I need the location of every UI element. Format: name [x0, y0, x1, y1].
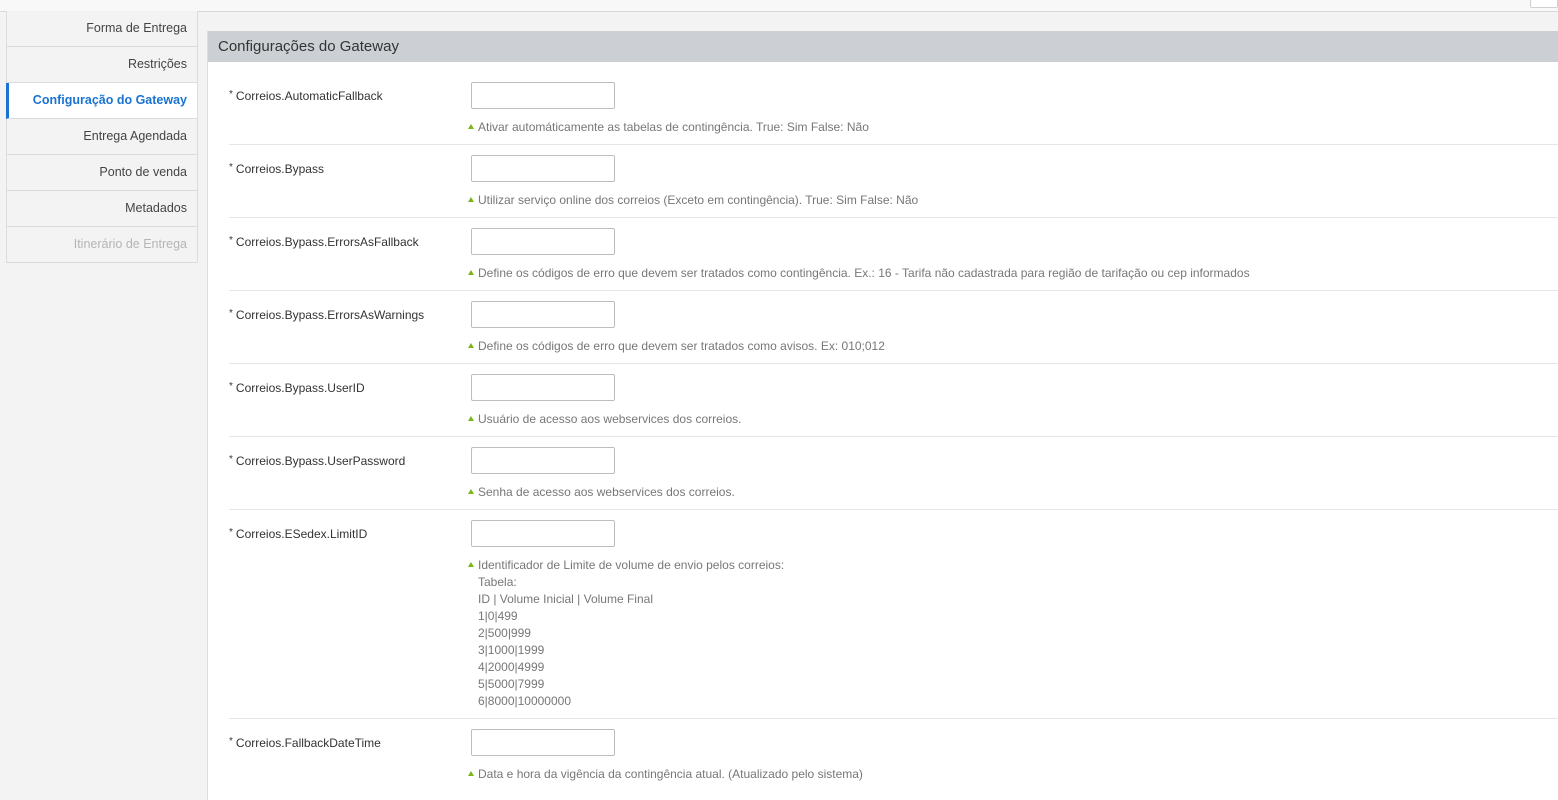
field-label: * Correios.ESedex.LimitID: [229, 527, 367, 541]
field-label-text: Correios.AutomaticFallback: [235, 89, 383, 103]
field-label: * Correios.Bypass.ErrorsAsFallback: [229, 235, 419, 249]
automatic-fallback-input[interactable]: [471, 82, 615, 109]
field-help-text: Utilizar serviço online dos correios (Ex…: [478, 193, 919, 207]
field-label-text: Correios.ESedex.LimitID: [235, 527, 368, 541]
field-help: Usuário de acesso aos webservices dos co…: [468, 411, 1558, 428]
field-row: * Correios.Bypass.ErrorsAsWarnings Define…: [229, 301, 1558, 364]
required-mark: *: [229, 736, 233, 747]
field-help-text: Define os códigos de erro que devem ser …: [478, 266, 1250, 280]
field-label: * Correios.FallbackDateTime: [229, 736, 381, 750]
errors-as-fallback-input[interactable]: [471, 228, 615, 255]
esedex-limit-id-input[interactable]: [471, 520, 615, 547]
field-label: * Correios.Bypass.UserPassword: [229, 454, 405, 468]
user-id-input[interactable]: [471, 374, 615, 401]
fallback-datetime-input[interactable]: [471, 729, 615, 756]
field-help: Senha de acesso aos webservices dos corr…: [468, 484, 1558, 501]
sidebar-item-configuracao-do-gateway[interactable]: Configuração do Gateway: [6, 83, 197, 119]
field-help-text: Senha de acesso aos webservices dos corr…: [478, 485, 735, 499]
required-mark: *: [229, 454, 233, 465]
help-arrow-icon: [468, 124, 474, 129]
main-panel: Configurações do Gateway * Correios.Autom…: [207, 31, 1558, 800]
field-label-text: Correios.Bypass.UserPassword: [235, 454, 406, 468]
help-arrow-icon: [468, 489, 474, 494]
settings-form: * Correios.AutomaticFallback Ativar autom…: [208, 62, 1558, 791]
field-label-text: Correios.Bypass.ErrorsAsFallback: [235, 235, 419, 249]
field-row: * Correios.Bypass.UserPassword Senha de a…: [229, 447, 1558, 510]
field-label: * Correios.Bypass.ErrorsAsWarnings: [229, 308, 424, 322]
field-help: Utilizar serviço online dos correios (Ex…: [468, 192, 1558, 209]
field-row: * Correios.Bypass.UserID Usuário de acess…: [229, 374, 1558, 437]
sidebar-item-itinerario-de-entrega: Itinerário de Entrega: [7, 227, 197, 263]
sidebar-item-entrega-agendada[interactable]: Entrega Agendada: [7, 119, 197, 155]
field-row: * Correios.ESedex.LimitID Identificador d…: [229, 520, 1558, 719]
field-label: * Correios.AutomaticFallback: [229, 89, 383, 103]
field-help: Data e hora da vigência da contingência …: [468, 766, 1558, 783]
field-label: * Correios.Bypass: [229, 162, 324, 176]
sidebar-nav: Forma de Entrega Restrições Configuração…: [6, 11, 198, 263]
field-row: * Correios.Bypass.ErrorsAsFallback Define…: [229, 228, 1558, 291]
required-mark: *: [229, 308, 233, 319]
field-help: Define os códigos de erro que devem ser …: [468, 265, 1558, 282]
field-help-text: Ativar automáticamente as tabelas de con…: [478, 120, 869, 134]
field-help-text: Define os códigos de erro que devem ser …: [478, 339, 885, 353]
required-mark: *: [229, 235, 233, 246]
sidebar-item-restricoes[interactable]: Restrições: [7, 47, 197, 83]
sidebar-item-metadados[interactable]: Metadados: [7, 191, 197, 227]
user-password-input[interactable]: [471, 447, 615, 474]
field-help: Identificador de Limite de volume de env…: [468, 557, 1558, 710]
field-label: * Correios.Bypass.UserID: [229, 381, 365, 395]
field-help-text: Identificador de Limite de volume de env…: [478, 558, 785, 708]
top-bar: [0, 0, 1558, 12]
field-row: * Correios.Bypass Utilizar serviço online…: [229, 155, 1558, 218]
help-arrow-icon: [468, 270, 474, 275]
help-arrow-icon: [468, 562, 474, 567]
required-mark: *: [229, 381, 233, 392]
field-label-text: Correios.Bypass.UserID: [235, 381, 365, 395]
field-label-text: Correios.Bypass.ErrorsAsWarnings: [235, 308, 425, 322]
field-label-text: Correios.FallbackDateTime: [235, 736, 381, 750]
field-row: * Correios.AutomaticFallback Ativar autom…: [229, 82, 1558, 145]
help-arrow-icon: [468, 416, 474, 421]
required-mark: *: [229, 527, 233, 538]
field-row: * Correios.FallbackDateTime Data e hora d…: [229, 729, 1558, 791]
bypass-input[interactable]: [471, 155, 615, 182]
field-label-text: Correios.Bypass: [235, 162, 324, 176]
field-help-text: Usuário de acesso aos webservices dos co…: [478, 412, 742, 426]
sidebar-item-forma-de-entrega[interactable]: Forma de Entrega: [7, 11, 197, 47]
panel-title: Configurações do Gateway: [208, 31, 1558, 62]
required-mark: *: [229, 89, 233, 100]
field-help: Define os códigos de erro que devem ser …: [468, 338, 1558, 355]
help-arrow-icon: [468, 197, 474, 202]
field-help: Ativar automáticamente as tabelas de con…: [468, 119, 1558, 136]
sidebar-item-ponto-de-venda[interactable]: Ponto de venda: [7, 155, 197, 191]
errors-as-warnings-input[interactable]: [471, 301, 615, 328]
help-arrow-icon: [468, 771, 474, 776]
required-mark: *: [229, 162, 233, 173]
field-help-text: Data e hora da vigência da contingência …: [478, 767, 863, 781]
help-arrow-icon: [468, 343, 474, 348]
top-bar-button[interactable]: [1530, 0, 1558, 8]
